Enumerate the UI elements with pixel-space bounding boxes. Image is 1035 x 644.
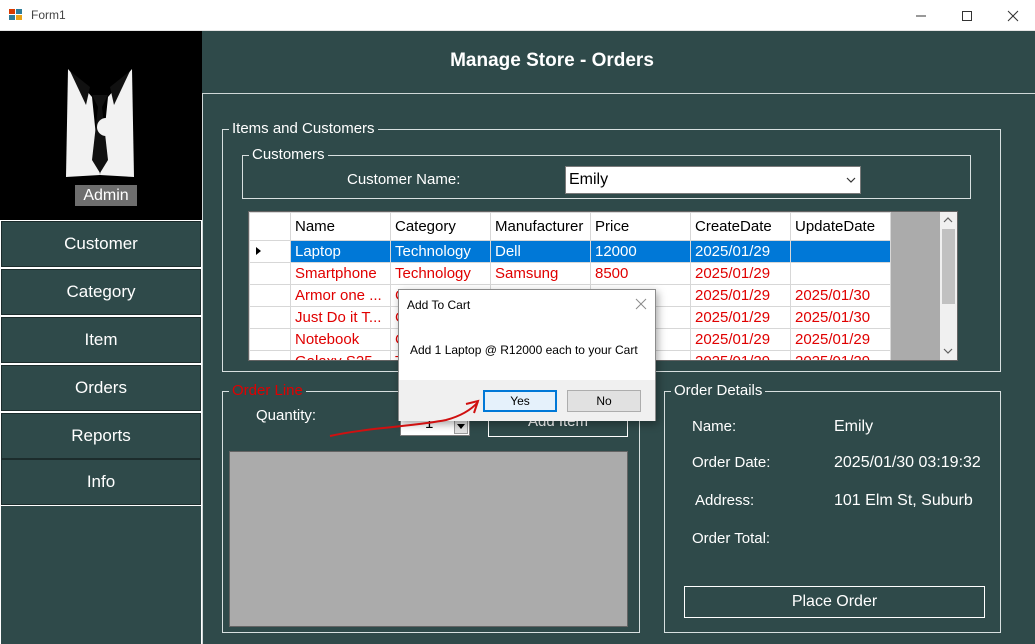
close-icon (1007, 10, 1019, 21)
cell-name[interactable]: Just Do it T... (290, 306, 391, 329)
column-header-updatedate[interactable]: UpdateDate (790, 212, 891, 241)
sidebar-item-item[interactable]: Item (1, 317, 201, 363)
close-icon[interactable] (633, 296, 649, 312)
order-date-value: 2025/01/30 03:19:32 (834, 454, 981, 471)
cell-category[interactable]: Technology (390, 240, 491, 263)
cell-updatedate[interactable] (790, 262, 891, 285)
order-name-value: Emily (834, 418, 874, 435)
cell-createdate[interactable]: 2025/01/29 (690, 306, 791, 329)
row-header[interactable] (249, 350, 291, 360)
current-row-icon (256, 247, 261, 255)
divider (202, 93, 203, 644)
minimize-button[interactable] (898, 0, 944, 31)
column-header-category[interactable]: Category (390, 212, 491, 241)
row-header[interactable] (249, 284, 291, 307)
cell-updatedate[interactable]: 2025/01/30 (790, 306, 891, 329)
column-header-price[interactable]: Price (590, 212, 691, 241)
scroll-down-icon[interactable] (943, 347, 953, 355)
table-header-row: Name Category Manufacturer Price CreateD… (249, 212, 891, 241)
chevron-down-icon (846, 177, 856, 183)
row-header[interactable] (249, 240, 291, 263)
row-header[interactable] (249, 262, 291, 285)
order-line-legend: Order Line (229, 382, 306, 399)
maximize-button[interactable] (944, 0, 990, 31)
sidebar-item-category[interactable]: Category (1, 269, 201, 315)
cell-name[interactable]: Smartphone (290, 262, 391, 285)
sidebar-item-info[interactable]: Info (1, 459, 201, 505)
row-header[interactable] (249, 328, 291, 351)
order-total-label: Order Total: (692, 530, 771, 547)
row-header-corner (249, 212, 291, 241)
cell-createdate[interactable]: 2025/01/29 (690, 328, 791, 351)
cell-name[interactable]: Armor one ... (290, 284, 391, 307)
sidebar-filler (1, 506, 201, 644)
cart-list[interactable] (229, 451, 628, 627)
maximize-icon (962, 10, 972, 21)
admin-label: Admin (75, 185, 137, 206)
cell-updatedate[interactable]: 2025/01/30 (790, 284, 891, 307)
title-bar (0, 0, 1035, 31)
cell-updatedate[interactable] (790, 240, 891, 263)
place-order-button[interactable]: Place Order (684, 586, 985, 618)
quantity-label: Quantity: (256, 407, 317, 424)
close-button[interactable] (990, 0, 1035, 31)
cell-createdate[interactable]: 2025/01/29 (690, 284, 791, 307)
address-value: 101 Elm St, Suburb (834, 492, 973, 509)
no-button[interactable]: No (567, 390, 641, 412)
scroll-up-icon[interactable] (943, 216, 953, 224)
customers-legend: Customers (249, 146, 328, 163)
customer-name-value: Emily (569, 171, 609, 188)
scrollbar-thumb[interactable] (942, 229, 955, 304)
yes-button[interactable]: Yes (483, 390, 557, 412)
cell-updatedate[interactable]: 2025/01/29 (790, 350, 891, 360)
cell-name[interactable]: Laptop (290, 240, 391, 263)
sidebar-item-customer[interactable]: Customer (1, 221, 201, 267)
table-row[interactable]: Smartphone Technology Samsung 8500 2025/… (249, 262, 891, 285)
grid-vertical-scrollbar[interactable] (940, 212, 957, 360)
order-date-label: Order Date: (692, 454, 771, 471)
cell-createdate[interactable]: 2025/01/29 (690, 240, 791, 263)
page-title: Manage Store - Orders (450, 50, 654, 71)
order-name-label: Name: (692, 418, 737, 435)
sidebar-item-reports[interactable]: Reports (1, 413, 201, 459)
cell-name[interactable]: Galaxy S25 (290, 350, 391, 360)
column-header-name[interactable]: Name (290, 212, 391, 241)
admin-avatar-icon (66, 69, 134, 177)
dialog-title: Add To Cart (407, 298, 471, 312)
minimize-icon (916, 15, 926, 16)
window-title: Form1 (31, 8, 66, 22)
row-header[interactable] (249, 306, 291, 329)
annotation-arrow-icon (329, 399, 480, 437)
app-icon (9, 9, 23, 21)
order-details-legend: Order Details (671, 382, 766, 399)
address-label: Address: (695, 492, 755, 509)
cell-category[interactable]: Technology (390, 262, 491, 285)
customer-name-select[interactable]: Emily (565, 166, 861, 194)
cell-price[interactable]: 8500 (590, 262, 691, 285)
cell-updatedate[interactable]: 2025/01/29 (790, 328, 891, 351)
cell-name[interactable]: Notebook (290, 328, 391, 351)
column-header-manufacturer[interactable]: Manufacturer (490, 212, 591, 241)
cell-manufacturer[interactable]: Dell (490, 240, 591, 263)
column-header-createdate[interactable]: CreateDate (690, 212, 791, 241)
table-row[interactable]: Laptop Technology Dell 12000 2025/01/29 (249, 240, 891, 263)
dialog-message: Add 1 Laptop @ R12000 each to your Cart (410, 343, 638, 357)
divider (202, 93, 1035, 94)
cell-price[interactable]: 12000 (590, 240, 691, 263)
sidebar-item-orders[interactable]: Orders (1, 365, 201, 411)
cell-manufacturer[interactable]: Samsung (490, 262, 591, 285)
cell-createdate[interactable]: 2025/01/29 (690, 262, 791, 285)
customer-name-label: Customer Name: (347, 171, 461, 188)
items-customers-legend: Items and Customers (229, 120, 378, 137)
cell-createdate[interactable]: 2025/01/29 (690, 350, 791, 360)
